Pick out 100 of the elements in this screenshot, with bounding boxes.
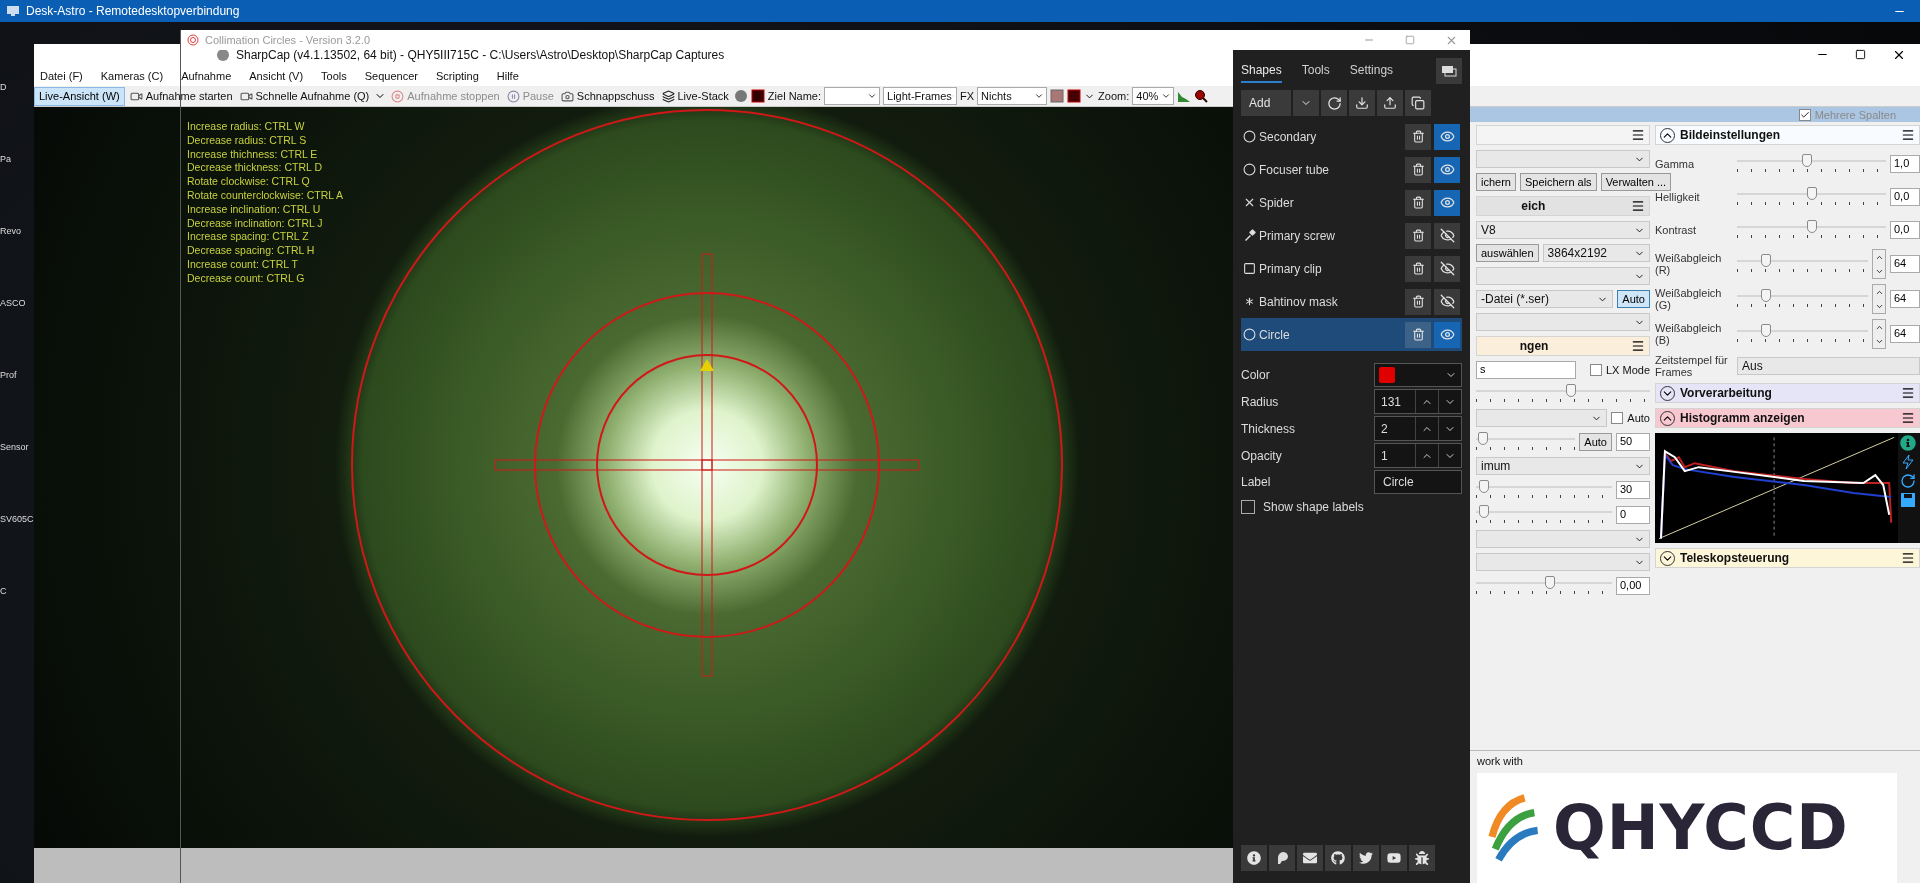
menu-item[interactable]: Datei (F) [40,69,83,82]
visibility-button[interactable] [1434,156,1460,183]
shape-row[interactable]: Primary clip [1241,252,1462,285]
slider-thumb[interactable] [1761,324,1772,337]
value-field[interactable]: 0 [1616,506,1650,524]
menu-icon[interactable] [1630,339,1645,353]
value-field[interactable]: 64 [1890,255,1920,273]
info-icon[interactable] [1900,435,1917,451]
tab[interactable]: Tools [1301,59,1330,83]
menu-item[interactable]: Ansicht (V) [249,69,304,82]
spinner[interactable] [1872,319,1886,349]
save-icon[interactable] [1900,492,1917,508]
number-field[interactable]: 1 [1374,443,1462,468]
fx-select[interactable]: Nichts [977,87,1048,105]
delete-button[interactable] [1405,123,1431,150]
menu-item[interactable]: Tools [321,69,347,82]
slider-thumb[interactable] [1545,576,1556,589]
desktop-icon-label[interactable]: SV605C [0,514,34,524]
tab[interactable]: Shapes [1241,59,1282,83]
checkbox[interactable] [1611,412,1624,424]
desktop-icon-label[interactable]: C [0,586,34,596]
add-button[interactable]: Add [1241,90,1291,116]
desktop-icon-label[interactable]: ASCO [0,298,34,308]
info-button[interactable] [1241,845,1267,871]
menu-icon[interactable] [1901,386,1915,400]
frame-type-select[interactable]: Light-Frames [883,87,958,105]
menu-item[interactable]: Hilfe [496,69,519,82]
import-button[interactable] [1349,90,1375,116]
menu-item[interactable]: Aufnahme [181,69,232,82]
panel-button[interactable]: auswählen [1476,244,1539,262]
menu-item[interactable]: Kameras (C) [100,69,164,82]
delete-button[interactable] [1405,222,1431,249]
square-icon[interactable] [750,89,765,103]
section-header[interactable]: Histogramm anzeigen [1655,408,1920,428]
value-field[interactable]: 0,0 [1890,221,1920,239]
value-field[interactable]: 50 [1616,433,1650,451]
dropdown[interactable]: imum [1476,457,1650,475]
auto-button[interactable]: Auto [1579,433,1612,451]
export-button[interactable] [1377,90,1403,116]
menu-icon[interactable] [1901,411,1915,425]
slider-thumb[interactable] [1761,289,1772,302]
value-field[interactable]: 1,0 [1890,155,1920,173]
slider-thumb[interactable] [1761,254,1772,267]
checkbox[interactable] [1241,500,1255,514]
delete-button[interactable] [1405,321,1431,348]
visibility-button[interactable] [1434,222,1460,249]
label-field[interactable]: Circle [1374,470,1462,494]
delete-button[interactable] [1405,255,1431,282]
grid-icon[interactable] [1067,89,1082,103]
value-field[interactable]: 0,00 [1616,577,1650,595]
maximize-icon[interactable] [1855,49,1866,60]
window-mode-button[interactable] [1436,58,1462,84]
value-field[interactable]: 30 [1616,481,1650,499]
code-button[interactable] [1325,845,1351,871]
bird-button[interactable] [1353,845,1379,871]
toolbar-button[interactable]: Live-Stack [659,86,731,106]
toolbar-button[interactable]: Schnappschuss [558,86,657,106]
desktop-icon-label[interactable]: D [0,82,34,92]
ball-icon[interactable] [733,89,748,103]
value-field[interactable]: 0,0 [1890,188,1920,206]
menu-icon[interactable] [1901,128,1915,142]
panel-button[interactable]: Speichern als [1519,173,1597,191]
desktop-icon-label[interactable]: Revo [0,226,34,236]
live-view-button[interactable]: Live-Ansicht (W) [34,86,125,106]
zoom-select[interactable]: 40% [1132,87,1175,105]
menu-icon[interactable] [1901,551,1915,565]
auto-button[interactable]: Auto [1617,290,1650,308]
value-field[interactable]: 64 [1890,290,1920,308]
support-button[interactable] [1269,845,1295,871]
dropdown[interactable]: 3864x2192 [1542,244,1650,262]
visibility-button[interactable] [1434,189,1460,216]
video-button[interactable] [1381,845,1407,871]
value-field[interactable]: 64 [1890,325,1920,343]
shape-row[interactable]: Spider [1241,186,1462,219]
reset-button[interactable] [1321,90,1347,116]
duplicate-button[interactable] [1405,90,1431,116]
dropdown[interactable]: Aus [1737,357,1920,375]
slider-thumb[interactable] [1806,220,1817,233]
desktop-icon-label[interactable]: Sensor [0,442,34,452]
desktop-icon-label[interactable]: Pa [0,154,34,164]
delete-button[interactable] [1405,156,1431,183]
slider-thumb[interactable] [1806,187,1817,200]
slider-thumb[interactable] [1478,505,1489,518]
slider-thumb[interactable] [1478,480,1489,493]
visibility-button[interactable] [1434,123,1460,150]
menu-icon[interactable] [1631,128,1645,142]
number-field[interactable]: 131 [1374,389,1462,414]
spinner[interactable] [1872,284,1886,314]
checkbox[interactable] [1798,108,1811,121]
toolbar-button[interactable]: Schnelle Aufnahme (Q) [237,86,372,106]
desktop-icon-label[interactable]: Prof [0,370,34,380]
number-field[interactable]: 2 [1374,416,1462,441]
panel-button[interactable]: Verwalten ... [1600,173,1672,191]
bug-button[interactable] [1409,845,1435,871]
slider-thumb[interactable] [1802,154,1813,167]
delete-button[interactable] [1405,189,1431,216]
shape-row[interactable]: Bahtinov mask [1241,285,1462,318]
menu-icon[interactable] [1631,199,1645,213]
lightning-icon[interactable] [1900,454,1917,470]
shape-row[interactable]: Secondary [1241,120,1462,153]
